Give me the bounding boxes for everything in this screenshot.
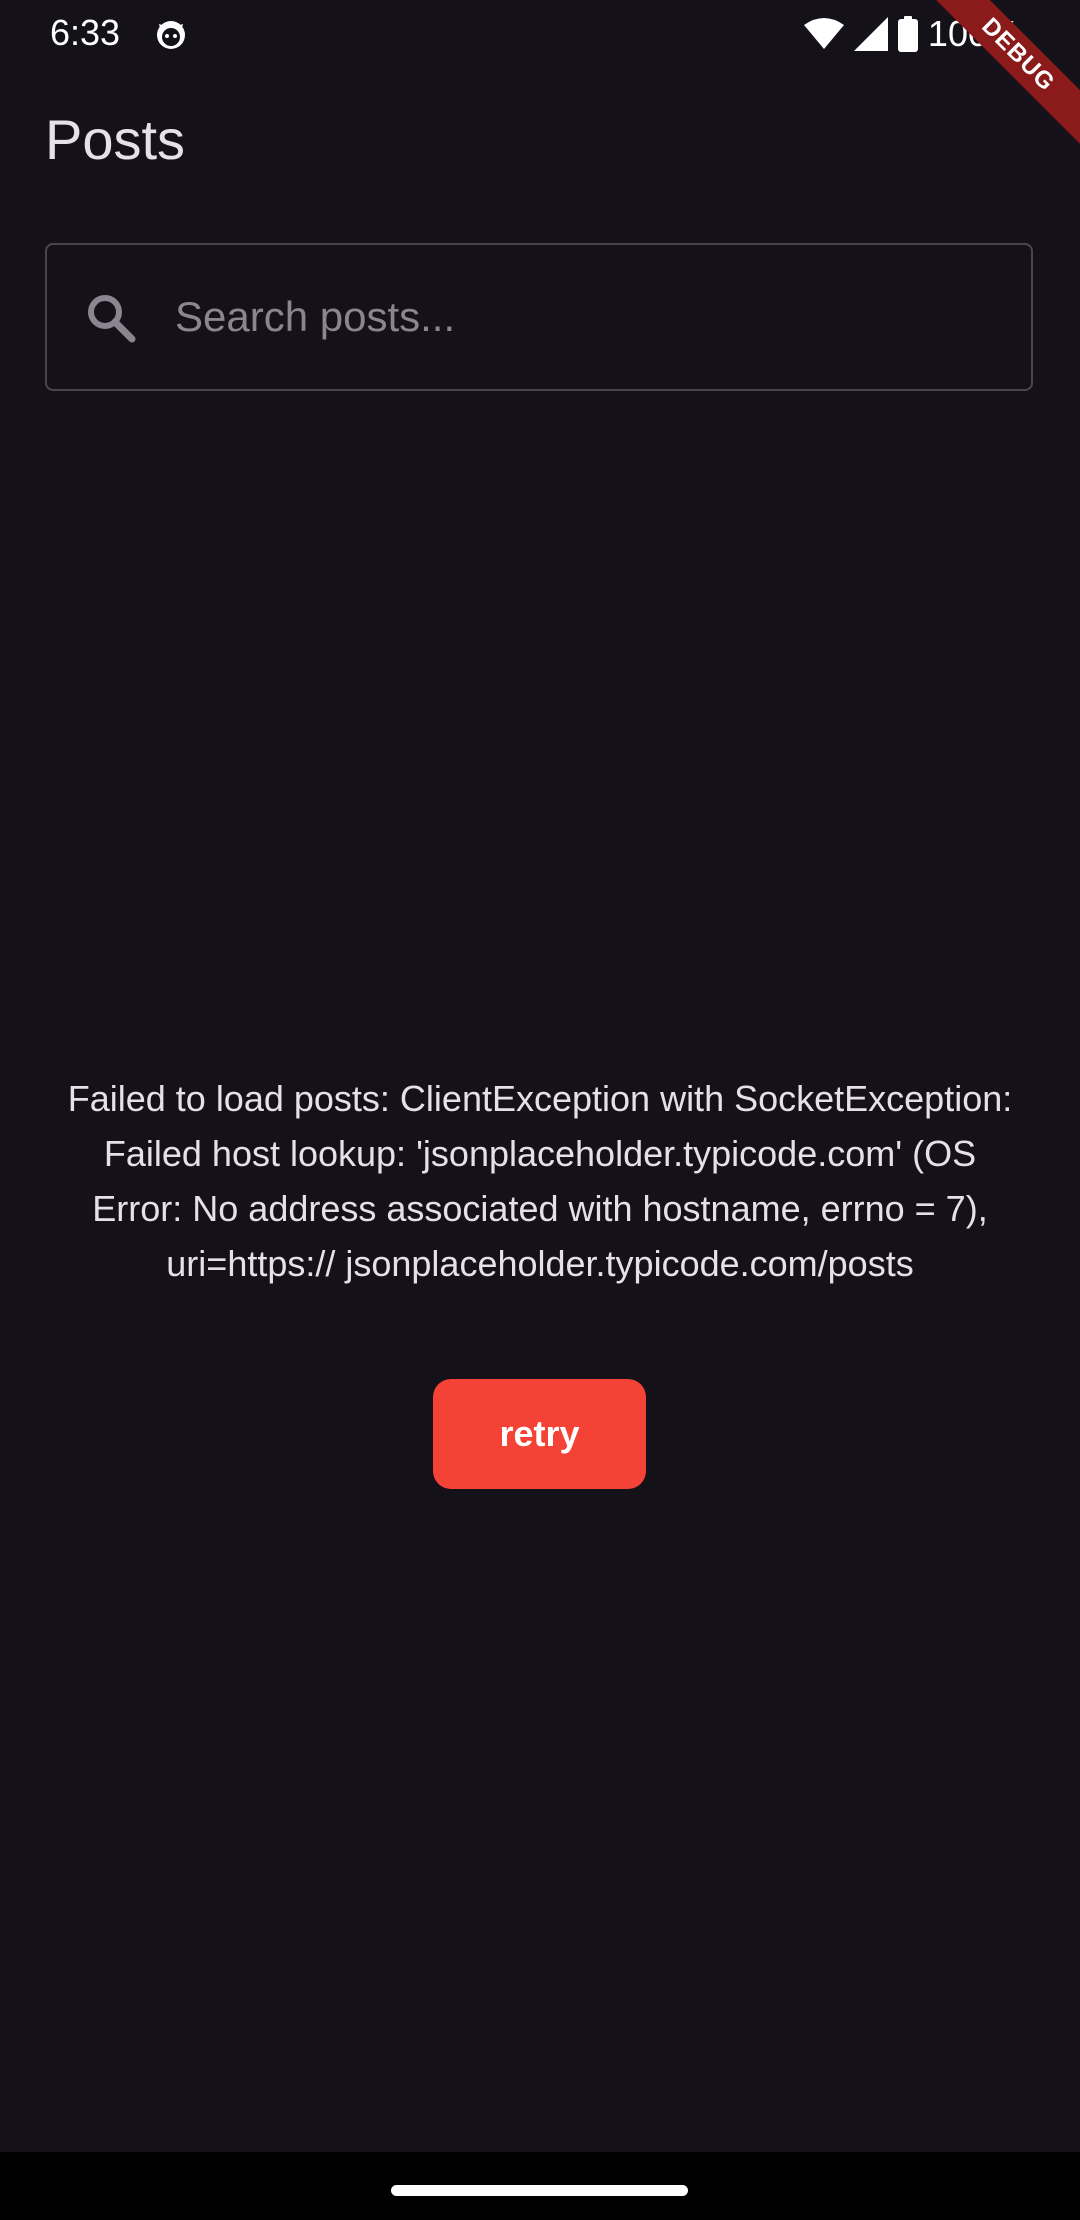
page-title: Posts bbox=[45, 108, 186, 171]
app-screen: 6:33 100% DEBUG Posts Search posts... Fa… bbox=[0, 0, 1080, 2220]
cell-signal-icon bbox=[853, 17, 888, 51]
cat-face-icon bbox=[153, 16, 189, 52]
search-field[interactable] bbox=[45, 243, 1033, 391]
status-bar: 6:33 100% bbox=[0, 0, 1080, 66]
wifi-icon bbox=[803, 17, 844, 51]
battery-percentage: 100% bbox=[927, 13, 1020, 54]
search-icon bbox=[85, 292, 137, 344]
navigation-bar bbox=[0, 2152, 1080, 2220]
retry-button[interactable]: retry bbox=[433, 1379, 646, 1489]
status-icons: 100% bbox=[803, 12, 1020, 56]
error-message: Failed to load posts: ClientException wi… bbox=[67, 1078, 1013, 1284]
search-input[interactable] bbox=[175, 245, 995, 389]
status-time: 6:33 bbox=[50, 12, 121, 53]
home-indicator[interactable] bbox=[391, 2185, 688, 2196]
battery-full-icon bbox=[897, 16, 918, 52]
